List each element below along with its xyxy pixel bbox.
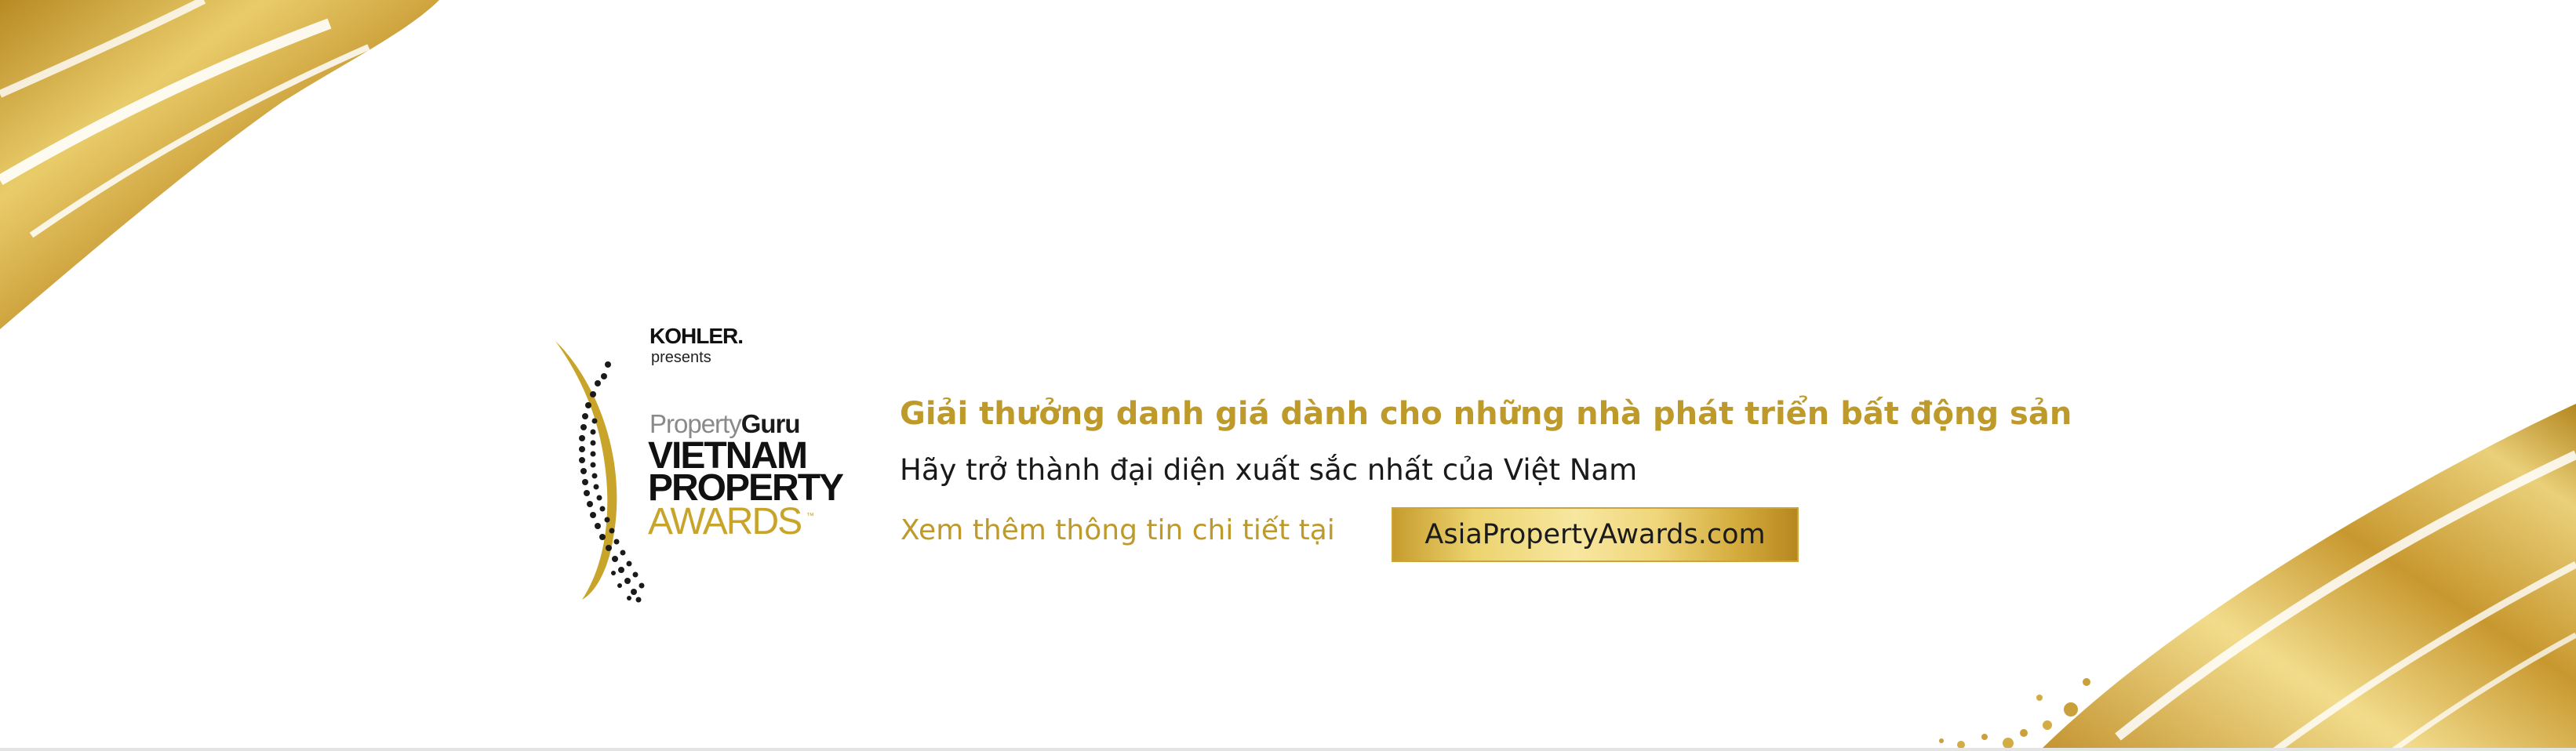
awards-arc-icon: [555, 341, 645, 603]
vietnam-property-awards-logo[interactable]: KOHLER. presents PropertyGuru VIETNAM PR…: [541, 317, 855, 631]
gold-brush-bottom-right: [1939, 404, 2576, 751]
gold-brush-decoration: [0, 0, 2576, 751]
asia-property-awards-link[interactable]: AsiaPropertyAwards.com: [1392, 507, 1799, 562]
awards-title-line2: PROPERTY: [648, 467, 844, 509]
presents-label: presents: [651, 349, 711, 366]
banner-subline: Hãy trở thành đại diện xuất sắc nhất của…: [900, 453, 1638, 487]
awards-title: VIETNAM PROPERTY: [648, 437, 844, 509]
kohler-wordmark: KOHLER.: [649, 324, 744, 348]
propertyguru-part2: Guru: [740, 409, 801, 438]
awards-title-line3: AWARDS: [648, 501, 802, 542]
trademark-symbol: ™: [806, 512, 814, 521]
more-info-label: Xem thêm thông tin chi tiết tại: [901, 514, 1335, 546]
gold-brush-top-left: [0, 0, 439, 329]
banner-headline: Giải thưởng danh giá dành cho những nhà …: [900, 396, 2072, 432]
ad-banner[interactable]: KOHLER. presents PropertyGuru VIETNAM PR…: [0, 0, 2576, 751]
bottom-divider: [0, 748, 2576, 751]
propertyguru-part1: Property: [649, 409, 742, 438]
